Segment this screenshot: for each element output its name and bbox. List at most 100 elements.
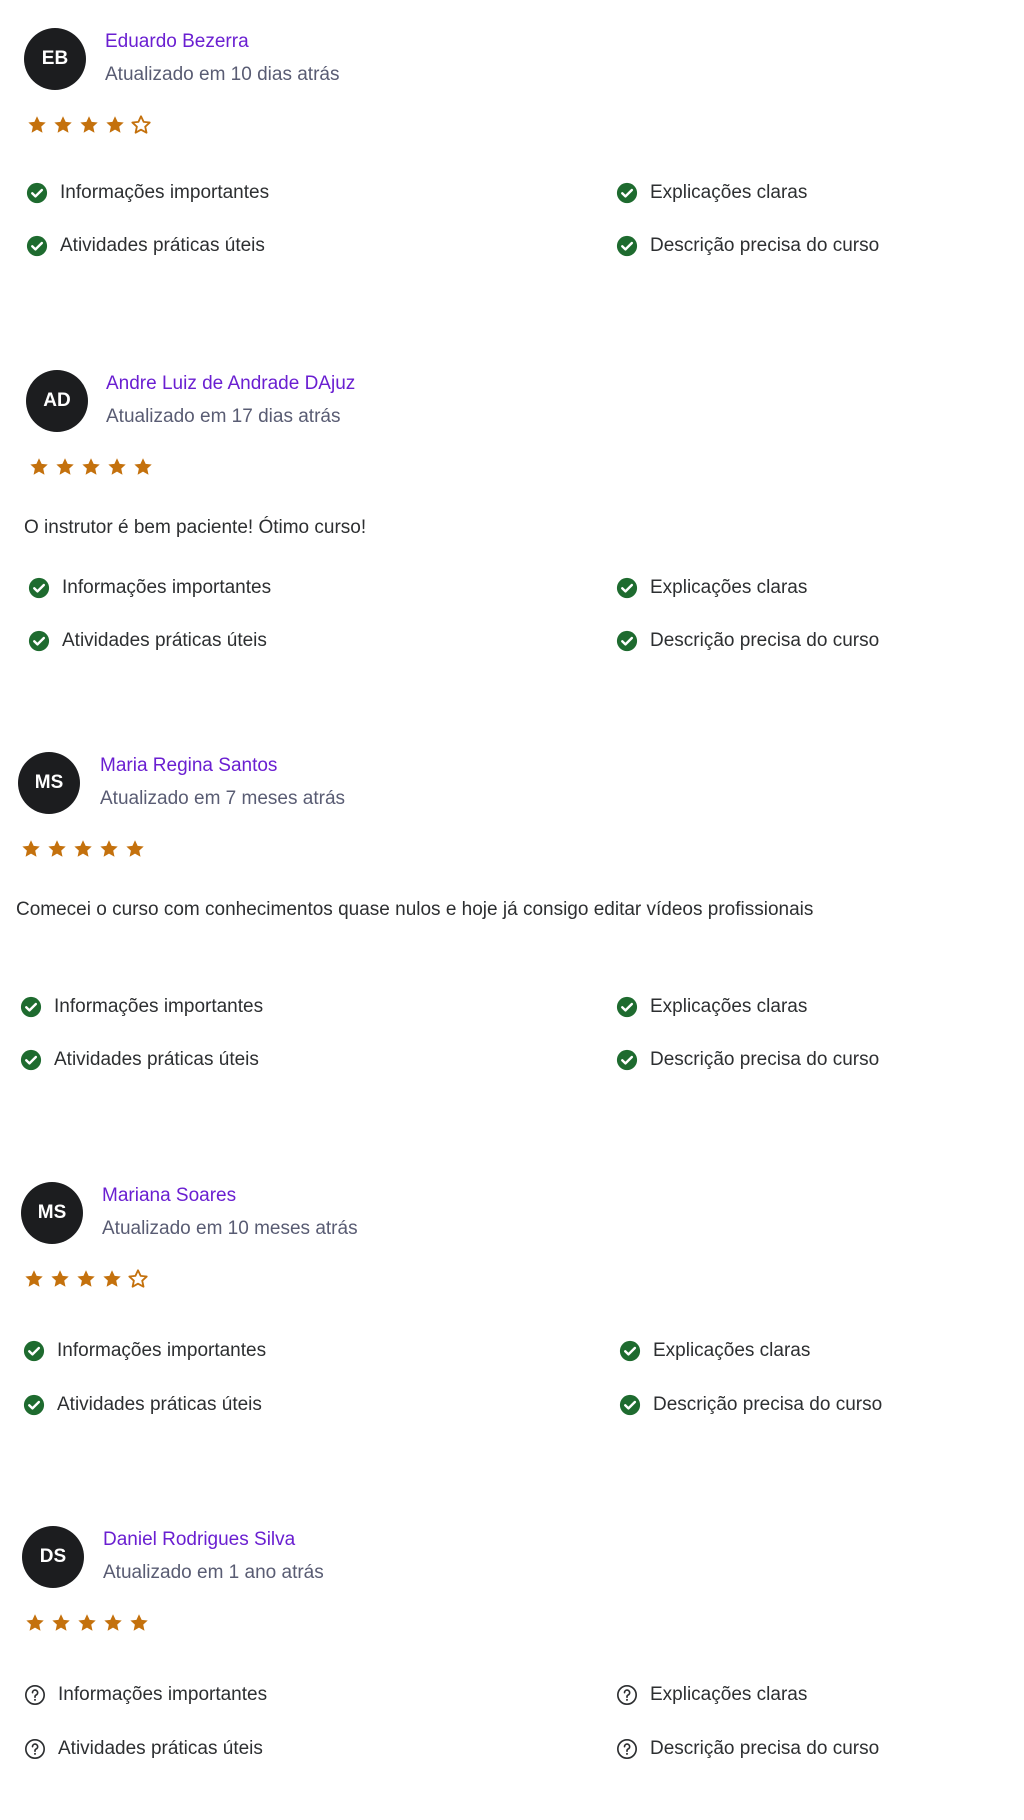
review-tag: Informações importantes xyxy=(26,182,269,204)
star-filled-icon xyxy=(77,1270,95,1287)
reviewer-name[interactable]: Eduardo Bezerra xyxy=(105,31,249,53)
check-circle-icon xyxy=(616,577,638,599)
review-tag: Explicações claras xyxy=(616,182,807,204)
star-empty-icon xyxy=(128,1269,148,1288)
star-filled-icon xyxy=(54,116,72,133)
star-filled-icon xyxy=(26,1614,44,1631)
review-tag: Atividades práticas úteis xyxy=(26,235,265,257)
review-tag-label: Explicações claras xyxy=(650,577,808,598)
star-filled-icon xyxy=(25,1270,43,1287)
star-filled-icon xyxy=(100,840,118,857)
review-tag: Informações importantes xyxy=(28,577,271,599)
check-circle-icon xyxy=(616,1049,638,1071)
check-circle-icon xyxy=(28,577,50,599)
check-circle-icon xyxy=(28,630,50,652)
review-tag: Atividades práticas úteis xyxy=(23,1394,262,1416)
updated-timestamp: Atualizado em 10 dias atrás xyxy=(105,64,340,85)
star-filled-icon xyxy=(28,116,46,133)
review-tag-label: Descrição precisa do curso xyxy=(650,235,880,256)
updated-timestamp: Atualizado em 1 ano atrás xyxy=(103,1562,324,1583)
review-comment: O instrutor é bem paciente! Ótimo curso! xyxy=(24,517,367,538)
check-circle-icon xyxy=(616,235,638,257)
star-rating xyxy=(28,456,154,478)
review-tag-label: Descrição precisa do curso xyxy=(650,630,880,651)
star-rating xyxy=(20,838,146,860)
review-tag-label: Explicações claras xyxy=(650,996,808,1017)
star-filled-icon xyxy=(106,116,124,133)
review-comment: Comecei o curso com conhecimentos quase … xyxy=(16,899,814,920)
check-circle-icon xyxy=(616,996,638,1018)
question-circle-icon xyxy=(617,1685,637,1705)
review-tag-label: Informações importantes xyxy=(57,1340,267,1361)
check-circle-icon xyxy=(26,182,48,204)
review-tag: Descrição precisa do curso xyxy=(616,630,879,652)
review-tag-label: Explicações claras xyxy=(653,1340,811,1361)
review-tag-label: Explicações claras xyxy=(650,182,808,203)
star-filled-icon xyxy=(22,840,40,857)
review-tag: Atividades práticas úteis xyxy=(20,1049,259,1071)
star-rating xyxy=(26,114,152,136)
star-filled-icon xyxy=(104,1614,122,1631)
reviewer-name[interactable]: Mariana Soares xyxy=(102,1185,236,1207)
check-circle-icon xyxy=(23,1340,45,1362)
question-circle-icon xyxy=(25,1685,45,1705)
question-circle-icon xyxy=(617,1739,637,1759)
review-tag: Informações importantes xyxy=(23,1340,266,1362)
avatar: AD xyxy=(26,370,88,432)
check-circle-icon xyxy=(616,630,638,652)
review-tag-label: Informações importantes xyxy=(60,182,270,203)
review-tag-label: Informações importantes xyxy=(54,996,264,1017)
review-tag-label: Informações importantes xyxy=(58,1684,268,1705)
star-filled-icon xyxy=(78,1614,96,1631)
review-tag: Atividades práticas úteis xyxy=(24,1738,263,1760)
star-filled-icon xyxy=(126,840,144,857)
star-filled-icon xyxy=(130,1614,148,1631)
review-tag: Descrição precisa do curso xyxy=(619,1394,882,1416)
review-tag: Descrição precisa do curso xyxy=(616,235,879,257)
check-circle-icon xyxy=(20,1049,42,1071)
review-tag: Explicações claras xyxy=(616,577,807,599)
updated-timestamp: Atualizado em 17 dias atrás xyxy=(106,406,341,427)
check-circle-icon xyxy=(616,182,638,204)
star-filled-icon xyxy=(108,458,126,475)
review-tag-label: Atividades práticas úteis xyxy=(54,1049,259,1070)
review-tag: Explicações claras xyxy=(616,996,807,1018)
review-tag: Descrição precisa do curso xyxy=(616,1738,879,1760)
star-filled-icon xyxy=(134,458,152,475)
star-rating xyxy=(24,1612,150,1634)
check-circle-icon xyxy=(619,1340,641,1362)
star-filled-icon xyxy=(80,116,98,133)
review-tag-label: Atividades práticas úteis xyxy=(57,1394,262,1415)
star-filled-icon xyxy=(82,458,100,475)
check-circle-icon xyxy=(619,1394,641,1416)
star-filled-icon xyxy=(74,840,92,857)
star-rating xyxy=(23,1268,149,1290)
updated-timestamp: Atualizado em 10 meses atrás xyxy=(102,1218,358,1239)
star-filled-icon xyxy=(103,1270,121,1287)
check-circle-icon xyxy=(26,235,48,257)
star-filled-icon xyxy=(56,458,74,475)
star-empty-icon xyxy=(131,115,151,134)
check-circle-icon xyxy=(20,996,42,1018)
review-tag-label: Informações importantes xyxy=(62,577,272,598)
reviewer-name[interactable]: Daniel Rodrigues Silva xyxy=(103,1529,295,1551)
avatar: MS xyxy=(21,1182,83,1244)
review-tag: Explicações claras xyxy=(619,1340,810,1362)
review-tag-label: Explicações claras xyxy=(650,1684,808,1705)
avatar: MS xyxy=(18,752,80,814)
star-filled-icon xyxy=(30,458,48,475)
review-tag: Informações importantes xyxy=(24,1684,267,1706)
question-circle-icon xyxy=(25,1739,45,1759)
avatar: EB xyxy=(24,28,86,90)
star-filled-icon xyxy=(51,1270,69,1287)
star-filled-icon xyxy=(48,840,66,857)
review-tag: Informações importantes xyxy=(20,996,263,1018)
review-tag: Atividades práticas úteis xyxy=(28,630,267,652)
review-tag: Descrição precisa do curso xyxy=(616,1049,879,1071)
review-tag-label: Descrição precisa do curso xyxy=(650,1738,880,1759)
review-tag-label: Atividades práticas úteis xyxy=(62,630,267,651)
review-tag: Explicações claras xyxy=(616,1684,807,1706)
reviewer-name[interactable]: Maria Regina Santos xyxy=(100,755,277,777)
reviewer-name[interactable]: Andre Luiz de Andrade DAjuz xyxy=(106,373,355,395)
review-tag-label: Atividades práticas úteis xyxy=(58,1738,263,1759)
